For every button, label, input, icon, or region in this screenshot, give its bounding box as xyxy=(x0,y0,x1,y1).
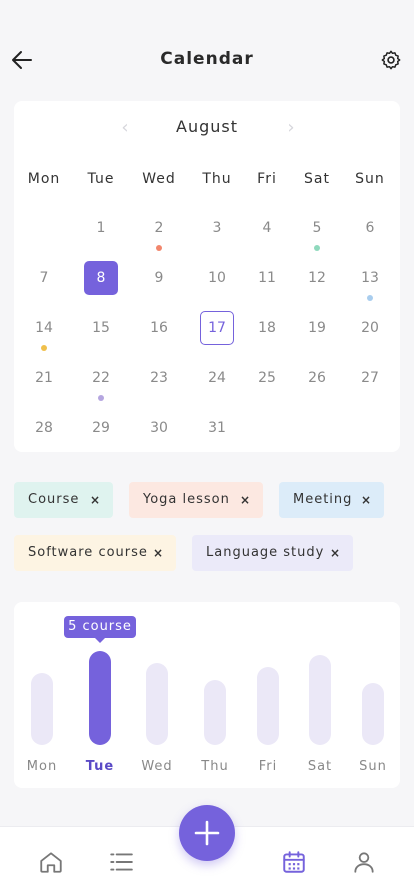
calendar-day[interactable]: 22 xyxy=(84,361,118,395)
close-icon[interactable]: × xyxy=(90,482,101,518)
calendar-day[interactable]: 29 xyxy=(84,411,118,445)
chart-bar[interactable] xyxy=(362,683,384,745)
calendar-day[interactable]: 15 xyxy=(84,311,118,345)
chart-x-label: Sun xyxy=(359,759,387,774)
weekday-label: Sun xyxy=(355,171,385,187)
header: Calendar xyxy=(0,40,414,80)
calendar-day[interactable]: 19 xyxy=(300,311,334,345)
close-icon[interactable]: × xyxy=(153,535,164,571)
calendar-day[interactable]: 3 xyxy=(200,211,234,245)
calendar-day[interactable]: 5 xyxy=(300,211,334,245)
calendar-day[interactable]: 28 xyxy=(27,411,61,445)
home-icon[interactable] xyxy=(38,849,64,875)
calendar-day[interactable]: 10 xyxy=(200,261,234,295)
close-icon[interactable]: × xyxy=(330,535,341,571)
chart-tooltip: 5 course xyxy=(64,616,136,643)
filter-tag[interactable]: Software course × xyxy=(14,535,176,571)
chart-bar[interactable] xyxy=(89,651,111,745)
calendar-day[interactable]: 23 xyxy=(142,361,176,395)
chart-bar[interactable] xyxy=(309,655,331,745)
event-dot xyxy=(314,245,320,251)
weekday-label: Fri xyxy=(257,171,277,187)
close-icon[interactable]: × xyxy=(240,482,251,518)
filter-tag[interactable]: Yoga lesson × xyxy=(129,482,263,518)
chevron-right-icon[interactable]: › xyxy=(284,117,298,138)
chart-x-label: Tue xyxy=(85,759,115,774)
plus-icon xyxy=(194,820,220,846)
calendar-day[interactable]: 11 xyxy=(250,261,284,295)
calendar-day[interactable]: 30 xyxy=(142,411,176,445)
weekday-label: Wed xyxy=(142,171,176,187)
user-icon[interactable] xyxy=(351,849,377,875)
calendar-day[interactable]: 17 xyxy=(200,311,234,345)
weekday-label: Mon xyxy=(27,171,61,187)
calendar-day[interactable]: 16 xyxy=(142,311,176,345)
weekday-label: Thu xyxy=(202,171,232,187)
calendar-day[interactable]: 7 xyxy=(27,261,61,295)
tag-label: Course xyxy=(28,492,80,507)
calendar-icon[interactable] xyxy=(281,849,307,875)
calendar-day[interactable]: 4 xyxy=(250,211,284,245)
chart-x-label: Wed xyxy=(141,759,173,774)
calendar-card: ‹ August › Mon Tue Wed Thu Fri Sat Sun 1 2 3 4 5 6 7 8… xyxy=(14,101,400,452)
calendar-day[interactable]: 13 xyxy=(353,261,387,295)
weekday-label: Sat xyxy=(304,171,330,187)
event-dot xyxy=(156,245,162,251)
page-title: Calendar xyxy=(160,49,254,69)
close-icon[interactable]: × xyxy=(361,482,372,518)
calendar-day[interactable]: 21 xyxy=(27,361,61,395)
calendar-day[interactable]: 6 xyxy=(353,211,387,245)
tag-label: Software course xyxy=(28,545,148,560)
calendar-day[interactable]: 1 xyxy=(84,211,118,245)
list-icon[interactable] xyxy=(108,849,134,875)
calendar-day[interactable]: 27 xyxy=(353,361,387,395)
calendar-day[interactable]: 31 xyxy=(200,411,234,445)
calendar-day[interactable]: 18 xyxy=(250,311,284,345)
calendar-day[interactable]: 20 xyxy=(353,311,387,345)
gear-icon[interactable] xyxy=(380,49,402,71)
calendar-day[interactable]: 14 xyxy=(27,311,61,345)
chart-x-label: Sat xyxy=(307,759,333,774)
weekday-label: Tue xyxy=(87,171,115,187)
event-dot xyxy=(367,295,373,301)
month-switcher: ‹ August › xyxy=(14,115,400,139)
tag-label: Language study xyxy=(206,545,325,560)
filter-tag[interactable]: Language study × xyxy=(192,535,353,571)
tag-label: Meeting xyxy=(293,492,353,507)
chart-bar[interactable] xyxy=(257,667,279,745)
chart-bar[interactable] xyxy=(146,663,168,745)
chart-bar[interactable] xyxy=(31,673,53,745)
calendar-day[interactable]: 25 xyxy=(250,361,284,395)
chart-x-label: Mon xyxy=(26,759,58,774)
tag-label: Yoga lesson xyxy=(143,492,230,507)
calendar-day[interactable]: 8 xyxy=(84,261,118,295)
add-button[interactable] xyxy=(179,805,235,861)
calendar-day[interactable]: 12 xyxy=(300,261,334,295)
calendar-day[interactable]: 9 xyxy=(142,261,176,295)
chart-x-label: Fri xyxy=(258,759,278,774)
chart-x-label: Thu xyxy=(201,759,229,774)
filter-tag[interactable]: Course × xyxy=(14,482,113,518)
event-dot xyxy=(98,395,104,401)
calendar-day[interactable]: 26 xyxy=(300,361,334,395)
filter-tag[interactable]: Meeting × xyxy=(279,482,384,518)
calendar-day[interactable]: 24 xyxy=(200,361,234,395)
chart-bar[interactable] xyxy=(204,680,226,745)
month-label: August xyxy=(176,117,238,136)
calendar-day[interactable]: 2 xyxy=(142,211,176,245)
event-dot xyxy=(41,345,47,351)
weekly-course-chart: 5 course Mon Tue Wed Thu Fri Sat Sun xyxy=(14,602,400,788)
